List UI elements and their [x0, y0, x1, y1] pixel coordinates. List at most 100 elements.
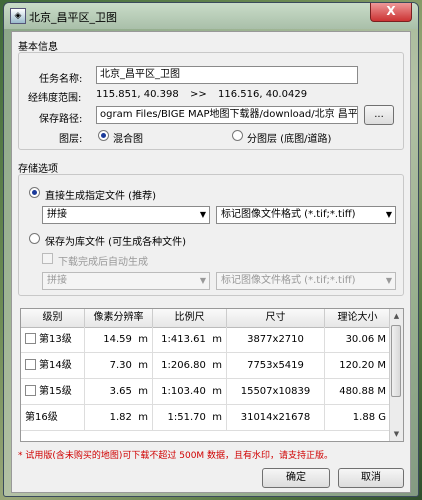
chevron-down-icon: ▼	[385, 210, 392, 219]
level-text: 第14级	[39, 360, 72, 371]
theory-size-cell: 30.06 M	[325, 327, 391, 352]
title-bar[interactable]: ◈ 北京_昌平区_卫图 X	[4, 3, 418, 29]
resolution-unit: m	[138, 386, 148, 397]
direct-format-select[interactable]: 标记图像文件格式 (*.tif;*.tiff) ▼	[216, 206, 396, 224]
column-header[interactable]: 理论大小	[325, 309, 391, 327]
scale-unit: m	[212, 412, 222, 423]
db-mode-value: 拼接	[47, 275, 67, 286]
scale-unit: m	[212, 360, 222, 371]
resolution-unit: m	[138, 412, 148, 423]
chevron-down-icon: ▼	[385, 276, 392, 285]
dialog-client: 基本信息 任务名称: 北京_昌平区_卫图 经纬度范围: 115.851, 40.…	[11, 31, 411, 493]
size-cell: 15507x10839	[227, 379, 325, 404]
direct-generate-label[interactable]: 直接生成指定文件 (推荐)	[45, 187, 156, 202]
scale-value: 1:51.70	[167, 412, 206, 423]
layer-split-radio[interactable]	[232, 130, 243, 141]
resolution-value: 3.65	[109, 386, 132, 397]
column-header[interactable]: 级别	[21, 309, 85, 327]
notice-text: * 试用版(含未购买的地图)可下载不超过 500M 数据，且有水印，请支持正版。	[18, 451, 334, 461]
level-cell: 第15级	[21, 379, 85, 404]
level-cell: 第13级	[21, 327, 85, 352]
level-table[interactable]: 级别 像素分辨率 比例尺 尺寸 理论大小 第13级 14.59 m 1:413.…	[20, 308, 404, 442]
size-cell: 7753x5419	[227, 353, 325, 378]
row-checkbox[interactable]	[25, 333, 36, 344]
storage-section-label: 存储选项	[18, 164, 58, 175]
task-name-label: 任务名称:	[39, 74, 83, 85]
column-header[interactable]: 尺寸	[227, 309, 325, 327]
scale-unit: m	[212, 334, 222, 345]
scroll-thumb[interactable]	[391, 325, 401, 397]
resolution-value: 7.30	[109, 360, 132, 371]
range-from: 115.851, 40.398	[96, 89, 179, 100]
column-header[interactable]: 像素分辨率	[85, 309, 153, 327]
size-cell: 3877x2710	[227, 327, 325, 352]
layer-label: 图层:	[59, 134, 83, 145]
chevron-down-icon: ▼	[199, 276, 206, 285]
auto-generate-checkbox[interactable]	[42, 253, 53, 264]
scale-cell: 1:206.80 m	[153, 353, 227, 378]
window-title: 北京_昌平区_卫图	[29, 11, 117, 24]
table-header: 级别 像素分辨率 比例尺 尺寸 理论大小	[21, 309, 391, 328]
scale-cell: 1:103.40 m	[153, 379, 227, 404]
size-cell: 31014x21678	[227, 405, 325, 430]
level-text: 第13级	[39, 334, 72, 345]
save-path-label: 保存路径:	[39, 114, 83, 125]
resolution-cell: 7.30 m	[85, 353, 153, 378]
range-to: 116.516, 40.0429	[218, 89, 308, 100]
scale-cell: 1:413.61 m	[153, 327, 227, 352]
direct-mode-value: 拼接	[47, 209, 67, 220]
auto-generate-label: 下载完成后自动生成	[58, 257, 148, 268]
range-separator: >>	[190, 89, 207, 100]
scroll-down-icon[interactable]: ▼	[390, 427, 403, 441]
direct-mode-select[interactable]: 拼接 ▼	[42, 206, 210, 224]
resolution-value: 1.82	[109, 412, 132, 423]
scroll-up-icon[interactable]: ▲	[390, 309, 403, 323]
scale-value: 1:413.61	[161, 334, 206, 345]
row-checkbox[interactable]	[25, 359, 36, 370]
column-header[interactable]: 比例尺	[153, 309, 227, 327]
db-format-select[interactable]: 标记图像文件格式 (*.tif;*.tiff) ▼	[216, 272, 396, 290]
layer-mixed-label[interactable]: 混合图	[113, 130, 143, 145]
table-row[interactable]: 第13级 14.59 m 1:413.61 m 3877x2710 30.06 …	[21, 327, 391, 353]
cancel-button[interactable]: 取消	[338, 468, 404, 488]
direct-generate-radio[interactable]	[29, 187, 40, 198]
task-name-input[interactable]: 北京_昌平区_卫图	[96, 66, 358, 84]
scale-cell: 1:51.70 m	[153, 405, 227, 430]
save-path-input[interactable]: ogram Files/BIGE MAP地图下载器/download/北京 昌平…	[96, 106, 358, 124]
dialog-window: ◈ 北京_昌平区_卫图 X 基本信息 任务名称: 北京_昌平区_卫图 经纬度范围…	[3, 2, 419, 497]
db-format-value: 标记图像文件格式 (*.tif;*.tiff)	[221, 275, 356, 286]
table-row[interactable]: 第14级 7.30 m 1:206.80 m 7753x5419 120.20 …	[21, 353, 391, 379]
close-button[interactable]: X	[370, 3, 412, 22]
theory-size-cell: 1.88 G	[325, 405, 391, 430]
row-checkbox[interactable]	[25, 385, 36, 396]
scale-value: 1:103.40	[161, 386, 206, 397]
save-db-radio[interactable]	[29, 233, 40, 244]
ok-button[interactable]: 确定	[262, 468, 330, 488]
table-row[interactable]: 第15级 3.65 m 1:103.40 m 15507x10839 480.8…	[21, 379, 391, 405]
level-text: 第15级	[39, 386, 72, 397]
range-label: 经纬度范围:	[28, 93, 82, 104]
layer-mixed-radio[interactable]	[98, 130, 109, 141]
theory-size-cell: 480.88 M	[325, 379, 391, 404]
browse-button[interactable]: ...	[364, 105, 394, 125]
app-icon: ◈	[10, 8, 26, 24]
chevron-down-icon: ▼	[199, 210, 206, 219]
direct-format-value: 标记图像文件格式 (*.tif;*.tiff)	[221, 209, 356, 220]
basic-section-label: 基本信息	[18, 42, 58, 53]
scale-unit: m	[212, 386, 222, 397]
level-text: 第16级	[25, 412, 58, 423]
level-cell: 第14级	[21, 353, 85, 378]
trial-notice: * 试用版(含未购买的地图)可下载不超过 500M 数据，且有水印，请支持正版。	[18, 448, 333, 461]
scale-value: 1:206.80	[161, 360, 206, 371]
resolution-cell: 1.82 m	[85, 405, 153, 430]
resolution-unit: m	[138, 360, 148, 371]
theory-size-cell: 120.20 M	[325, 353, 391, 378]
level-cell: 第16级	[21, 405, 85, 430]
save-db-label[interactable]: 保存为库文件 (可生成各种文件)	[45, 233, 186, 248]
table-row[interactable]: 第16级 1.82 m 1:51.70 m 31014x21678 1.88 G	[21, 405, 391, 431]
resolution-value: 14.59	[103, 334, 132, 345]
db-mode-select[interactable]: 拼接 ▼	[42, 272, 210, 290]
layer-split-label[interactable]: 分图层 (底图/道路)	[247, 130, 331, 145]
resolution-unit: m	[138, 334, 148, 345]
table-scrollbar[interactable]: ▲ ▼	[389, 309, 403, 441]
